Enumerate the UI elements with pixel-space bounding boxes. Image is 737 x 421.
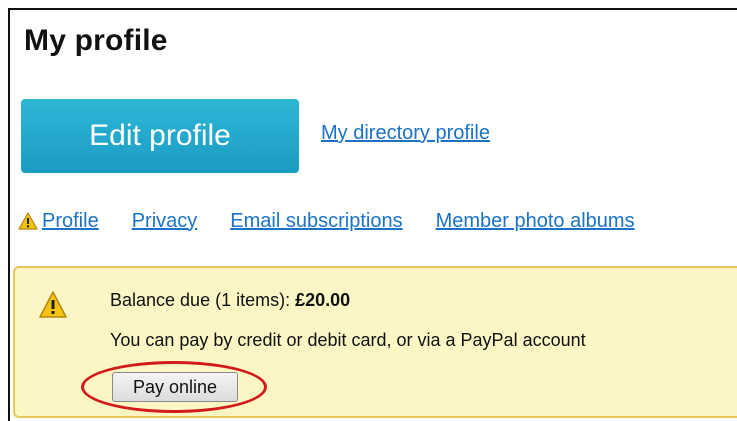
tab-profile-label: Profile — [42, 209, 99, 232]
balance-label: Balance due (1 items): — [110, 290, 296, 310]
edit-profile-button[interactable]: Edit profile — [21, 99, 299, 173]
tab-member-photo-albums[interactable]: Member photo albums — [436, 210, 635, 233]
payment-info-text: You can pay by credit or debit card, or … — [110, 330, 586, 350]
pay-online-button[interactable]: Pay online — [112, 372, 238, 402]
directory-profile-link[interactable]: My directory profile — [321, 122, 490, 145]
profile-panel: My profile Edit profile My directory pro… — [8, 8, 737, 421]
warning-icon — [39, 291, 67, 318]
profile-tabs: Profile Privacy Email subscriptions Memb… — [18, 206, 635, 236]
balance-amount: £20.00 — [295, 290, 351, 310]
page-title: My profile — [24, 24, 168, 57]
tab-profile[interactable]: Profile — [18, 210, 99, 233]
tab-privacy[interactable]: Privacy — [132, 210, 198, 233]
warning-icon — [18, 212, 38, 230]
tab-email-subscriptions[interactable]: Email subscriptions — [230, 210, 402, 233]
balance-due-text: Balance due (1 items): £20.00 — [110, 290, 350, 311]
balance-notice: Balance due (1 items): £20.00 You can pa… — [13, 266, 737, 418]
